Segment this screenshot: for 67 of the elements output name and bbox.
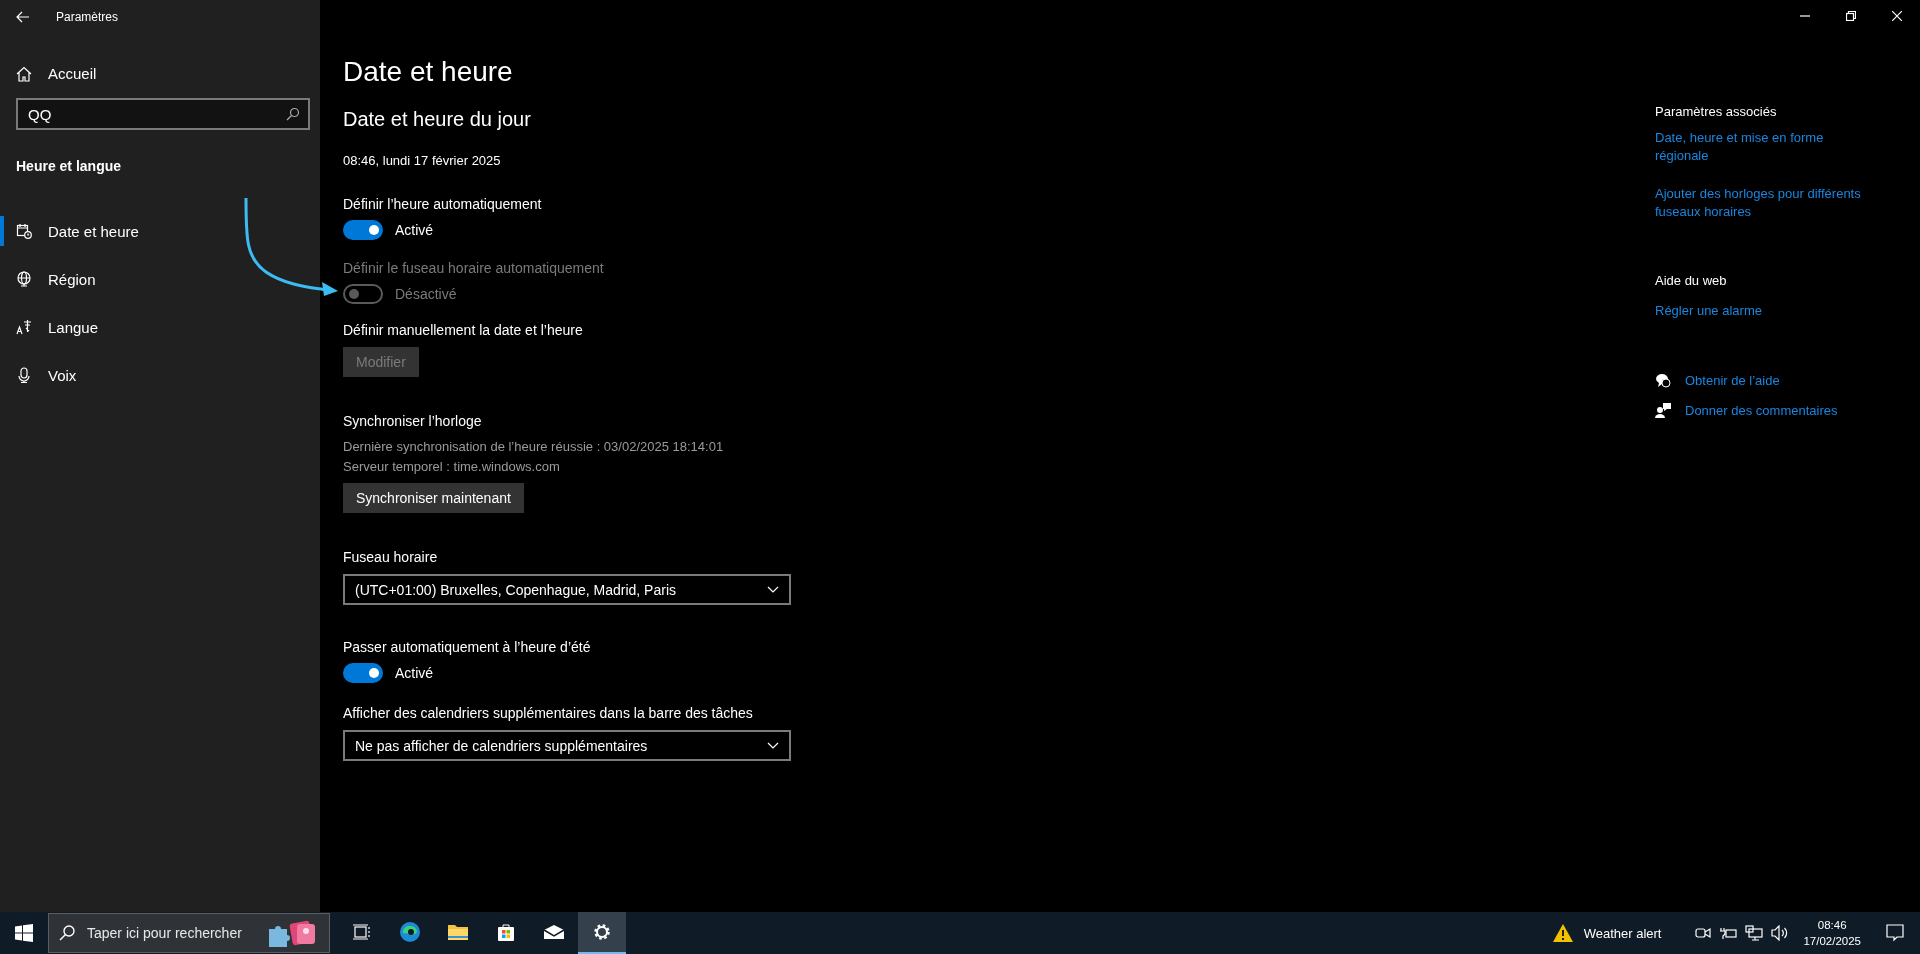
feedback-person-icon [1655,402,1671,418]
dropdown[interactable]: (UTC+01:00) Bruxelles, Copenhague, Madrid, Paris [343,574,791,605]
related-link[interactable]: Ajouter des horloges pour différents fuseaux horaires [1655,185,1865,221]
toggle-state: Activé [395,665,434,681]
help-link[interactable]: Obtenir de l’aide [1655,372,1865,388]
store-bag-icon [496,922,516,942]
speaker-icon [1771,925,1790,941]
current-date-time: 08:46, lundi 17 février 2025 [343,153,502,168]
taskbar-clock[interactable]: 08:46 17/02/2025 [1803,917,1861,949]
calendar-clock-icon [16,223,32,239]
setting-label: Définir l’heure automatiquement [343,196,542,212]
toggle-state: Désactivé [395,286,457,302]
section-title: Heure et langue [16,158,123,174]
nav-item[interactable]: Date et heure [0,216,320,246]
globe-icon [16,271,32,287]
nav-item[interactable]: Langue [0,312,320,342]
nav-item[interactable]: Région [0,264,320,294]
chevron-down-icon [767,742,779,749]
language-icon [16,319,32,335]
task-view-icon [352,923,372,941]
setting-label: Définir manuellement la date et l’heure [343,322,583,338]
toggle-switch[interactable] [343,220,383,240]
taskbar-search-field[interactable]: Taper ici pour rechercher [48,913,330,953]
home-icon [16,65,32,82]
search-icon [286,107,300,121]
help-link[interactable]: Régler une alarme [1655,302,1865,320]
panel-heading: Aide du web [1655,273,1728,288]
toggle-state: Activé [395,222,434,238]
microphone-icon [16,367,32,383]
setting-label: Afficher des calendriers supplémentaires dans la barre des tâches [343,705,753,721]
info-line: Dernière synchronisation de l’heure réussie : 03/02/2025 18:14:01 [343,439,724,454]
weather-alert[interactable]: Weather alert [1545,922,1668,944]
close-icon [1892,11,1902,21]
warning-icon [1551,923,1574,943]
panel-heading: Paramètres associés [1655,104,1778,119]
battery-plug-icon [1719,926,1738,940]
setting-label: Passer automatiquement à l’heure d’été [343,639,591,655]
folder-icon [447,923,469,941]
back-button[interactable] [14,9,32,25]
dropdown[interactable]: Ne pas afficher de calendriers supplémentaires [343,730,791,761]
section-heading: Date et heure du jour [343,108,532,131]
windows-logo-icon [15,924,33,942]
window-title: Paramètres [56,10,119,24]
speech-bubble-icon [1886,924,1904,942]
setting-label: Définir le fuseau horaire automatiquement [343,260,604,276]
info-line: Serveur temporel : time.windows.com [343,459,561,474]
restore-icon [1846,11,1856,21]
camera-icon [1695,925,1712,941]
chevron-down-icon [767,586,779,593]
help-link[interactable]: Donner des commentaires [1655,402,1865,418]
related-link[interactable]: Date, heure et mise en forme régionale [1655,129,1865,165]
chat-help-icon [1655,372,1671,388]
gear-icon [592,922,612,942]
sync-button[interactable]: Synchroniser maintenant [343,483,524,513]
search-icon [59,925,75,941]
browser-icon [399,921,421,943]
taskbar-app[interactable] [578,912,626,954]
toggle-switch[interactable] [343,663,383,683]
page-title: Date et heure [343,56,514,88]
back-arrow-icon [16,11,30,23]
home-nav-item[interactable]: Accueil [0,61,113,86]
setting-label: Synchroniser l’horloge [343,413,482,429]
network-icon [1745,925,1764,941]
nav-item[interactable]: Voix [0,360,320,390]
setting-label: Fuseau horaire [343,549,438,565]
envelope-icon [543,924,565,940]
search-field[interactable]: QQ [16,98,310,130]
